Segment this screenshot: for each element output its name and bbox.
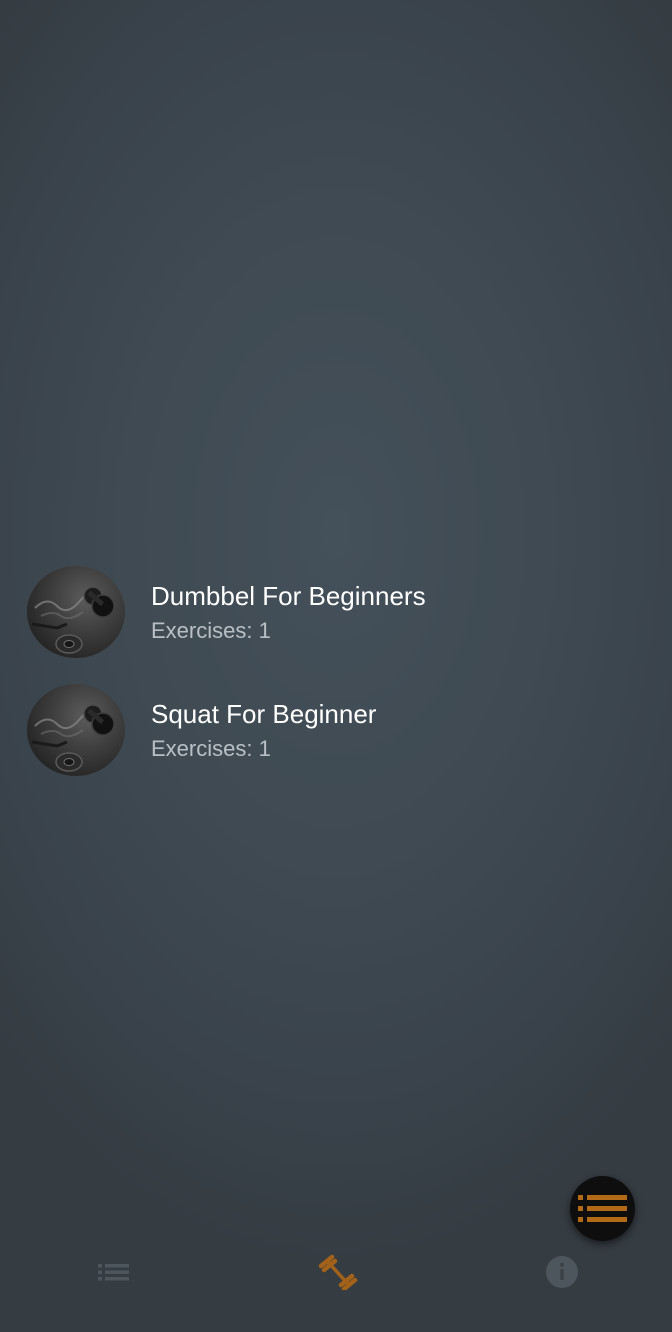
workout-thumbnail xyxy=(27,684,125,776)
workout-title: Squat For Beginner xyxy=(151,699,377,729)
dumbbell-photo-icon xyxy=(31,586,115,654)
nav-info[interactable] xyxy=(543,1254,583,1290)
workout-item-dumbbel[interactable]: Dumbbel For Beginners Exercises: 1 xyxy=(0,565,672,683)
nav-exercises[interactable] xyxy=(318,1254,358,1290)
dumbbell-photo-icon xyxy=(31,704,115,772)
list-icon xyxy=(98,1264,129,1281)
dumbbell-icon xyxy=(318,1254,358,1290)
nav-workouts[interactable] xyxy=(94,1254,134,1290)
workouts-screen: Dumbbel For Beginners Exercises: 1 Squat… xyxy=(0,0,672,1332)
workout-exercise-count: Exercises: 1 xyxy=(151,618,271,643)
info-icon xyxy=(546,1256,578,1288)
workout-list-fab[interactable] xyxy=(570,1176,635,1241)
workout-title: Dumbbel For Beginners xyxy=(151,581,426,611)
workout-thumbnail xyxy=(27,566,125,658)
workout-list: Dumbbel For Beginners Exercises: 1 Squat… xyxy=(0,565,672,801)
workout-item-squat[interactable]: Squat For Beginner Exercises: 1 xyxy=(0,683,672,801)
list-icon xyxy=(578,1195,627,1222)
workout-exercise-count: Exercises: 1 xyxy=(151,736,271,761)
